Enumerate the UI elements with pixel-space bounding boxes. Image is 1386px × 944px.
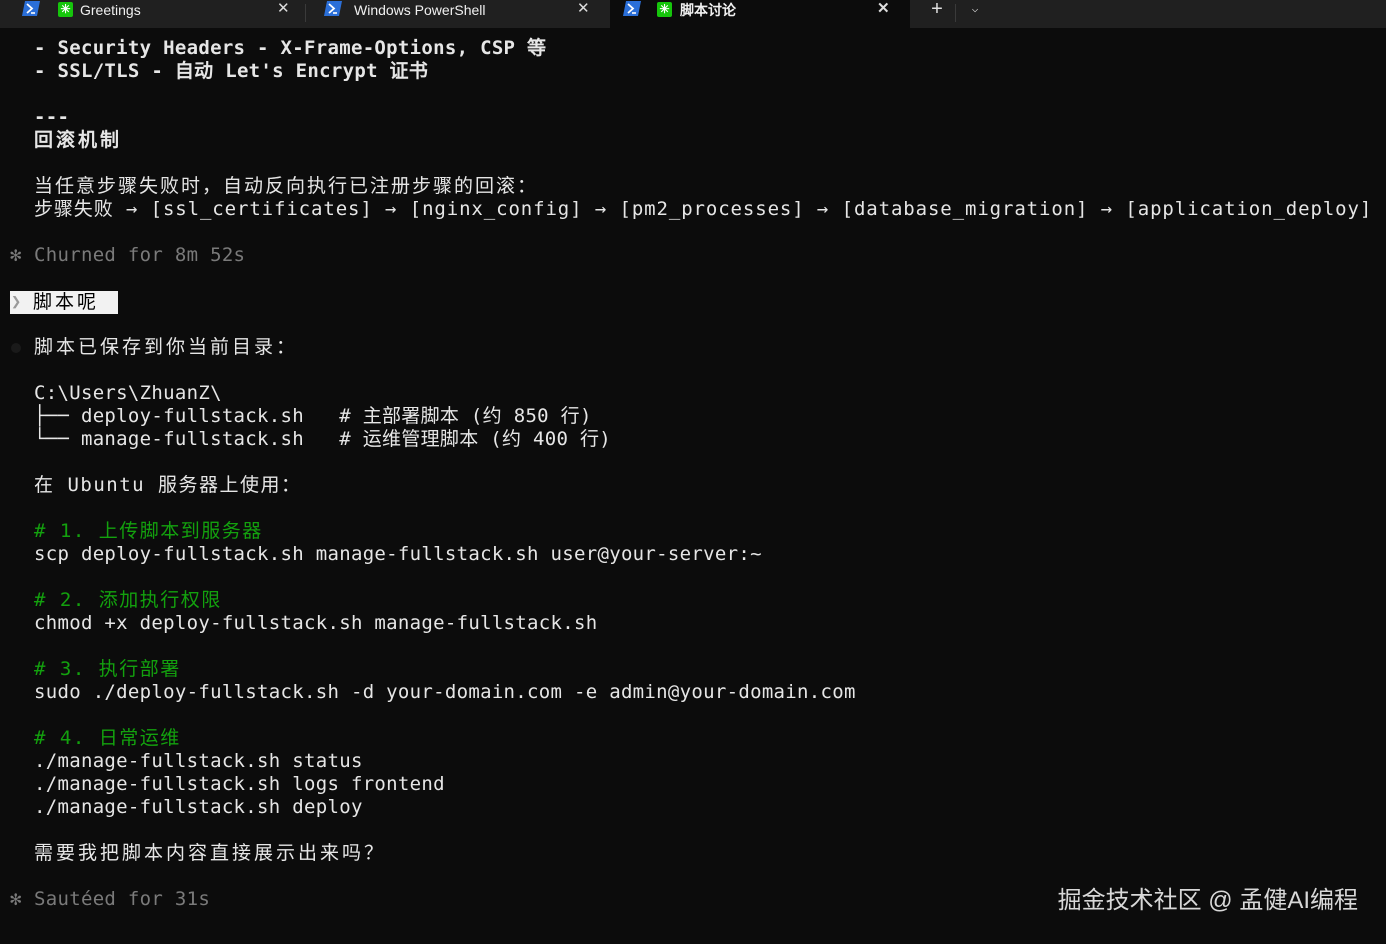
code-comment: # 4. 日常运维 bbox=[34, 727, 181, 749]
output-line: 在 Ubuntu 服务器上使用： bbox=[34, 474, 302, 496]
output-line: - SSL/TLS - 自动 Let's Encrypt 证书 bbox=[34, 60, 429, 82]
output-line: 脚本已保存到你当前目录： bbox=[34, 336, 299, 358]
code-comment: # 2. 添加执行权限 bbox=[34, 589, 222, 611]
tree-item: └── manage-fullstack.sh # 运维管理脚本 (约 400 … bbox=[34, 428, 612, 450]
separator-line: --- bbox=[34, 106, 70, 128]
sparkle-icon: ✳ bbox=[58, 2, 73, 17]
spinner-icon: ✻ bbox=[10, 244, 22, 266]
tab-separator bbox=[955, 4, 956, 22]
code-line: scp deploy-fullstack.sh manage-fullstack… bbox=[34, 543, 762, 565]
code-line: ./manage-fullstack.sh status bbox=[34, 750, 363, 772]
sparkle-icon: ✳ bbox=[657, 2, 672, 17]
bullet-icon bbox=[11, 343, 21, 353]
output-line: 当任意步骤失败时，自动反向执行已注册步骤的回滚： bbox=[34, 175, 539, 197]
tab-title: Windows PowerShell bbox=[354, 2, 486, 18]
tab-greetings[interactable]: ✳ Greetings ✕ bbox=[0, 0, 304, 28]
output-line: 步骤失败 → [ssl_certificates] → [nginx_confi… bbox=[34, 198, 1373, 220]
code-line: ./manage-fullstack.sh deploy bbox=[34, 796, 363, 818]
watermark: 掘金技术社区 @ 孟健AI编程 bbox=[1057, 887, 1358, 914]
user-prompt-text: 脚本呢 bbox=[33, 291, 100, 313]
section-heading: 回滚机制 bbox=[34, 129, 123, 151]
output-line: 需要我把脚本内容直接展示出来吗？ bbox=[34, 842, 387, 864]
tab-title: 脚本讨论 bbox=[680, 2, 736, 18]
chevron-down-icon[interactable]: ⌵ bbox=[964, 0, 986, 20]
powershell-icon bbox=[22, 1, 40, 16]
powershell-icon bbox=[623, 1, 641, 16]
tab-bar: ✳ Greetings ✕ Windows PowerShell ✕ ✳ 脚本讨… bbox=[0, 0, 1386, 28]
close-icon[interactable]: ✕ bbox=[277, 0, 290, 18]
spinner-icon: ✻ bbox=[10, 888, 22, 910]
directory-path: C:\Users\ZhuanZ\ bbox=[34, 382, 222, 404]
close-icon[interactable]: ✕ bbox=[877, 0, 890, 18]
code-line: chmod +x deploy-fullstack.sh manage-full… bbox=[34, 612, 598, 634]
chevron-right-icon: ❯ bbox=[11, 292, 22, 312]
output-line: - Security Headers - X-Frame-Options, CS… bbox=[34, 37, 547, 59]
new-tab-button[interactable]: + bbox=[926, 0, 948, 20]
code-comment: # 3. 执行部署 bbox=[34, 658, 181, 680]
powershell-icon bbox=[324, 1, 342, 16]
user-prompt: ❯ 脚本呢 bbox=[10, 291, 118, 314]
tab-script-discussion[interactable]: ✳ 脚本讨论 ✕ bbox=[610, 0, 910, 28]
status-line: Churned for 8m 52s bbox=[34, 244, 246, 266]
tab-windows-powershell[interactable]: Windows PowerShell ✕ bbox=[306, 0, 608, 28]
code-line: ./manage-fullstack.sh logs frontend bbox=[34, 773, 445, 795]
code-line: sudo ./deploy-fullstack.sh -d your-domai… bbox=[34, 681, 856, 703]
status-line: Sautéed for 31s bbox=[34, 888, 211, 910]
close-icon[interactable]: ✕ bbox=[577, 0, 590, 18]
code-comment: # 1. 上传脚本到服务器 bbox=[34, 520, 263, 542]
tree-item: ├── deploy-fullstack.sh # 主部署脚本 (约 850 行… bbox=[34, 405, 592, 427]
tab-title: Greetings bbox=[80, 2, 141, 18]
